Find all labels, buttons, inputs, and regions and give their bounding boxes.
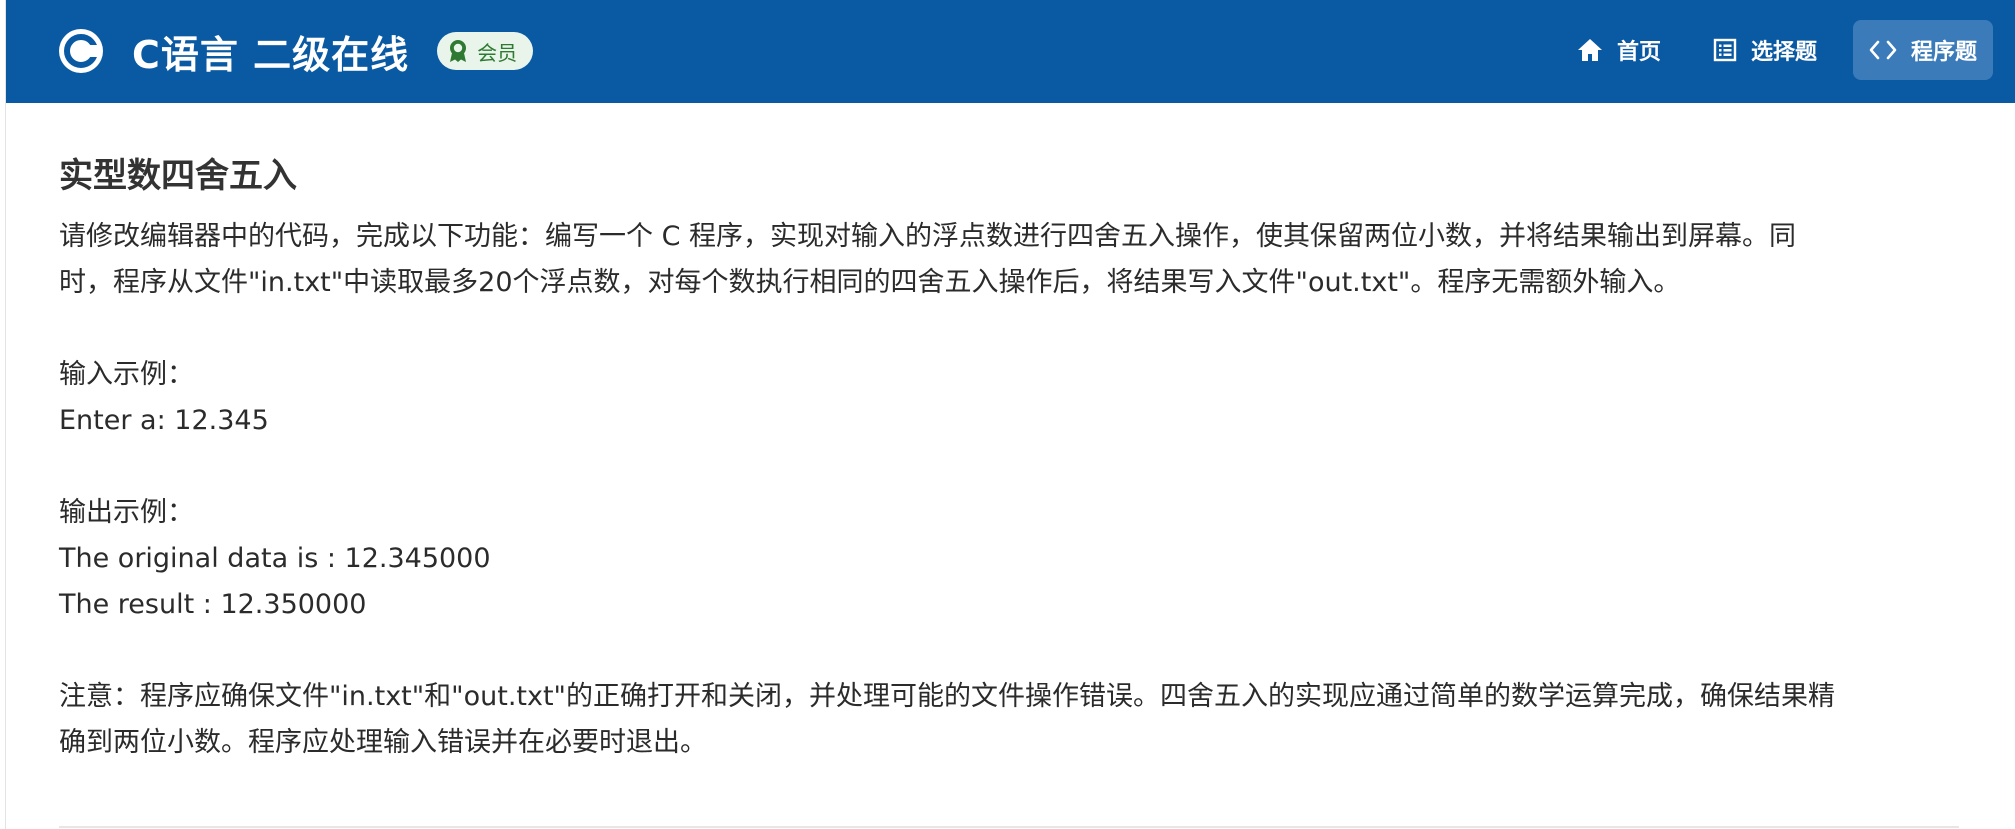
nav-choice-label: 选择题 [1750,40,1817,65]
description-line: 时，程序从文件"in.txt"中读取最多20个浮点数，对每个数执行相同的四舍五入… [59,267,1681,298]
home-icon [1577,39,1602,61]
section-divider [59,826,1959,828]
list-icon [1713,38,1737,62]
note-line: 确到两位小数。程序应处理输入错误并在必要时退出。 [59,727,707,758]
output-example-label: 输出示例： [59,497,194,528]
note-line: 注意：程序应确保文件"in.txt"和"out.txt"的正确打开和关闭，并处理… [59,681,1835,712]
nav-choice-questions[interactable]: 选择题 [1697,20,1833,80]
top-navbar: C语言 二级在线 会员 首页 选择题 程序题 [6,0,2015,103]
brand-title: C语言 二级在线 [132,32,410,77]
input-example-label: 输入示例： [59,359,194,390]
c-logo-icon [59,29,103,73]
question-panel: 实型数四舍五入 请修改编辑器中的代码，完成以下功能：编写一个 C 程序，实现对输… [59,150,1959,766]
output-example-line: The result : 12.350000 [59,589,367,620]
main-nav: 首页 选择题 程序题 [1541,20,1993,80]
page: C语言 二级在线 会员 首页 选择题 程序题 实型数四舍五入 请修改编辑器中的代… [0,0,2015,829]
question-description: 请修改编辑器中的代码，完成以下功能：编写一个 C 程序，实现对输入的浮点数进行四… [59,214,1959,766]
question-title: 实型数四舍五入 [59,156,297,196]
brand[interactable]: C语言 二级在线 会员 [58,22,534,80]
description-line: 请修改编辑器中的代码，完成以下功能：编写一个 C 程序，实现对输入的浮点数进行四… [59,221,1797,252]
output-example-line: The original data is : 12.345000 [59,543,491,574]
member-badge-label: 会员 [477,40,518,65]
nav-home-label: 首页 [1616,40,1661,65]
input-example: Enter a: 12.345 [59,405,269,436]
nav-home[interactable]: 首页 [1561,20,1677,80]
nav-program-questions[interactable]: 程序题 [1852,20,1993,80]
member-badge: 会员 [437,32,534,70]
award-icon [450,40,467,62]
nav-program-label: 程序题 [1910,40,1977,65]
code-icon [1869,40,1897,60]
